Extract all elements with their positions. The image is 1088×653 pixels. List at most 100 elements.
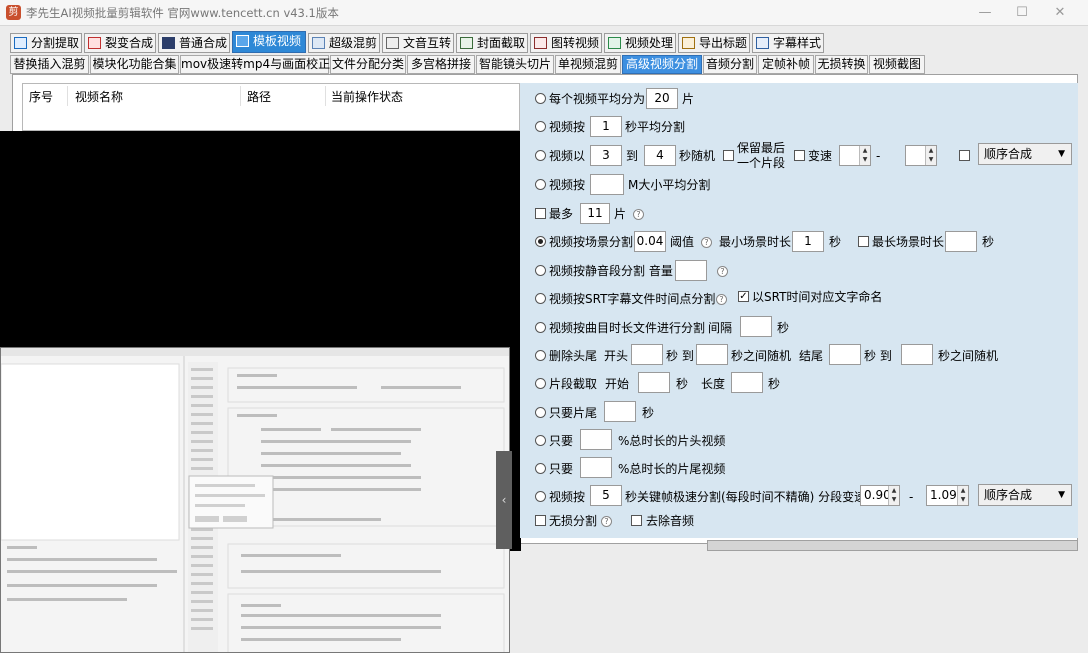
- radio-only-tail[interactable]: [535, 407, 546, 418]
- clip-length-input[interactable]: [731, 372, 763, 393]
- radio-srt-split[interactable]: [535, 293, 546, 304]
- clip-length-label: 长度: [701, 377, 726, 391]
- radio-random-split[interactable]: [535, 150, 546, 161]
- tab-image-to-video[interactable]: 图转视频: [530, 33, 602, 53]
- lossless-label: 无损分割: [549, 514, 598, 528]
- radio-size-split[interactable]: [535, 179, 546, 190]
- subtab-module-collection[interactable]: 模块化功能合集: [90, 55, 179, 74]
- tab-subtitle-style[interactable]: 字幕样式: [752, 33, 824, 53]
- keyframe-sec-input[interactable]: 5: [590, 485, 622, 506]
- radio-keyframe-split[interactable]: [535, 491, 546, 502]
- video-list[interactable]: 序号 视频名称 路径 当前操作状态: [22, 83, 520, 131]
- stepper-arrows-icon[interactable]: ▲ ▼: [859, 146, 870, 165]
- column-header-index[interactable]: 序号: [29, 88, 53, 105]
- speed-from-stepper[interactable]: ▲ ▼: [839, 145, 871, 166]
- help-icon[interactable]: ?: [701, 237, 712, 248]
- next-arrow-icon[interactable]: ‹: [496, 451, 512, 549]
- subtab-screenshot[interactable]: 视频截图: [869, 55, 925, 74]
- subtab-smart-slice[interactable]: 智能镜头切片: [476, 55, 554, 74]
- tab-text-audio[interactable]: 文音互转: [382, 33, 454, 53]
- speed-checkbox[interactable]: [794, 150, 805, 161]
- radio-only-tail-pct[interactable]: [535, 463, 546, 474]
- tab-video-process[interactable]: 视频处理: [604, 33, 676, 53]
- help-icon[interactable]: ?: [716, 294, 727, 305]
- window-title: 李先生AI视频批量剪辑软件 官网www.tencett.cn v43.1版本: [26, 6, 339, 20]
- subtab-grid-stitch[interactable]: 多宫格拼接: [407, 55, 475, 74]
- only-head-pct-input[interactable]: [580, 429, 612, 450]
- radio-trim[interactable]: [535, 350, 546, 361]
- maximize-icon[interactable]: ☐: [1002, 2, 1042, 24]
- subtab-file-distribute[interactable]: 文件分配分类: [330, 55, 406, 74]
- max-scene-unit: 秒: [982, 235, 995, 249]
- max-scene-checkbox[interactable]: [858, 236, 869, 247]
- track-gap-input[interactable]: [740, 316, 772, 337]
- remove-audio-checkbox[interactable]: [631, 515, 642, 526]
- tab-normal-merge[interactable]: 普通合成: [158, 33, 230, 53]
- radio-only-head-pct[interactable]: [535, 435, 546, 446]
- stepper-arrows-icon[interactable]: ▲ ▼: [888, 486, 899, 505]
- subtab-single-mix[interactable]: 单视频混剪: [555, 55, 621, 74]
- video-preview[interactable]: ‹: [0, 131, 521, 653]
- merge-icon: [88, 37, 101, 49]
- play-icon: [162, 37, 175, 49]
- only-tail-input[interactable]: [604, 401, 636, 422]
- order-checkbox[interactable]: [959, 150, 970, 161]
- srt-name-checkbox[interactable]: ✓: [738, 291, 749, 302]
- stepper-arrows-icon[interactable]: ▲ ▼: [925, 146, 936, 165]
- column-header-path[interactable]: 路径: [247, 88, 271, 105]
- subtab-audio-split[interactable]: 音频分割: [703, 55, 757, 74]
- clip-start-input[interactable]: [638, 372, 670, 393]
- keyframe-order-dropdown[interactable]: 顺序合成 ▼: [978, 484, 1072, 506]
- tab-template-video[interactable]: 模板视频: [232, 31, 306, 53]
- lossless-checkbox[interactable]: [535, 515, 546, 526]
- subtab-lossless[interactable]: 无损转换: [815, 55, 868, 74]
- trim-head-to-input[interactable]: [696, 344, 728, 365]
- order-dropdown[interactable]: 顺序合成 ▼: [978, 143, 1072, 165]
- trim-head-from-input[interactable]: [631, 344, 663, 365]
- trim-tail-from-input[interactable]: [829, 344, 861, 365]
- column-header-status[interactable]: 当前操作状态: [331, 88, 403, 105]
- avg-split-count-input[interactable]: 20: [646, 88, 678, 109]
- radio-avg-split[interactable]: [535, 93, 546, 104]
- radio-clip[interactable]: [535, 378, 546, 389]
- radio-silence-split[interactable]: [535, 265, 546, 276]
- speed-to-stepper[interactable]: ▲ ▼: [905, 145, 937, 166]
- stepper-arrows-icon[interactable]: ▲ ▼: [957, 486, 968, 505]
- subtab-freeze-frame[interactable]: 定帧补帧: [758, 55, 814, 74]
- help-icon[interactable]: ?: [717, 266, 728, 277]
- keyframe-speed-from-stepper[interactable]: 0.90 ▲ ▼: [860, 485, 900, 506]
- help-icon[interactable]: ?: [601, 516, 612, 527]
- only-tail-pct-input[interactable]: [580, 457, 612, 478]
- tab-fission-merge[interactable]: 裂变合成: [84, 33, 156, 53]
- max-count-input[interactable]: 11: [580, 203, 610, 224]
- subtab-replace-insert[interactable]: 替换插入混剪: [10, 55, 89, 74]
- min-scene-input[interactable]: 1: [792, 231, 824, 252]
- max-scene-input[interactable]: [945, 231, 977, 252]
- silence-volume-input[interactable]: [675, 260, 707, 281]
- keep-last-checkbox[interactable]: [723, 150, 734, 161]
- radio-track-split[interactable]: [535, 322, 546, 333]
- random-from-input[interactable]: 3: [590, 145, 622, 166]
- keyframe-speed-to-stepper[interactable]: 1.09 ▲ ▼: [926, 485, 969, 506]
- radio-sec-split[interactable]: [535, 121, 546, 132]
- tab-split-extract[interactable]: 分割提取: [10, 33, 82, 53]
- tab-super-mix[interactable]: 超级混剪: [308, 33, 380, 53]
- random-to-input[interactable]: 4: [644, 145, 676, 166]
- only-tail-pct-label: 只要: [549, 462, 574, 476]
- tab-cover-capture[interactable]: 封面截取: [456, 33, 528, 53]
- max-checkbox[interactable]: [535, 208, 546, 219]
- subtab-mov-to-mp4[interactable]: mov极速转mp4与画面校正: [180, 55, 330, 74]
- clip-label: 片段截取: [549, 377, 598, 391]
- scene-threshold-input[interactable]: 0.04: [634, 231, 666, 252]
- close-icon[interactable]: ✕: [1040, 2, 1080, 24]
- radio-scene-split[interactable]: [535, 236, 546, 247]
- minimize-icon[interactable]: —: [965, 2, 1005, 24]
- sec-split-input[interactable]: 1: [590, 116, 622, 137]
- size-split-input[interactable]: [590, 174, 624, 195]
- help-icon[interactable]: ?: [633, 209, 644, 220]
- column-header-name[interactable]: 视频名称: [75, 88, 123, 105]
- tab-export-title[interactable]: 导出标题: [678, 33, 750, 53]
- column-divider: [325, 86, 326, 106]
- trim-tail-to-input[interactable]: [901, 344, 933, 365]
- subtab-advanced-split[interactable]: 高级视频分割: [622, 55, 702, 74]
